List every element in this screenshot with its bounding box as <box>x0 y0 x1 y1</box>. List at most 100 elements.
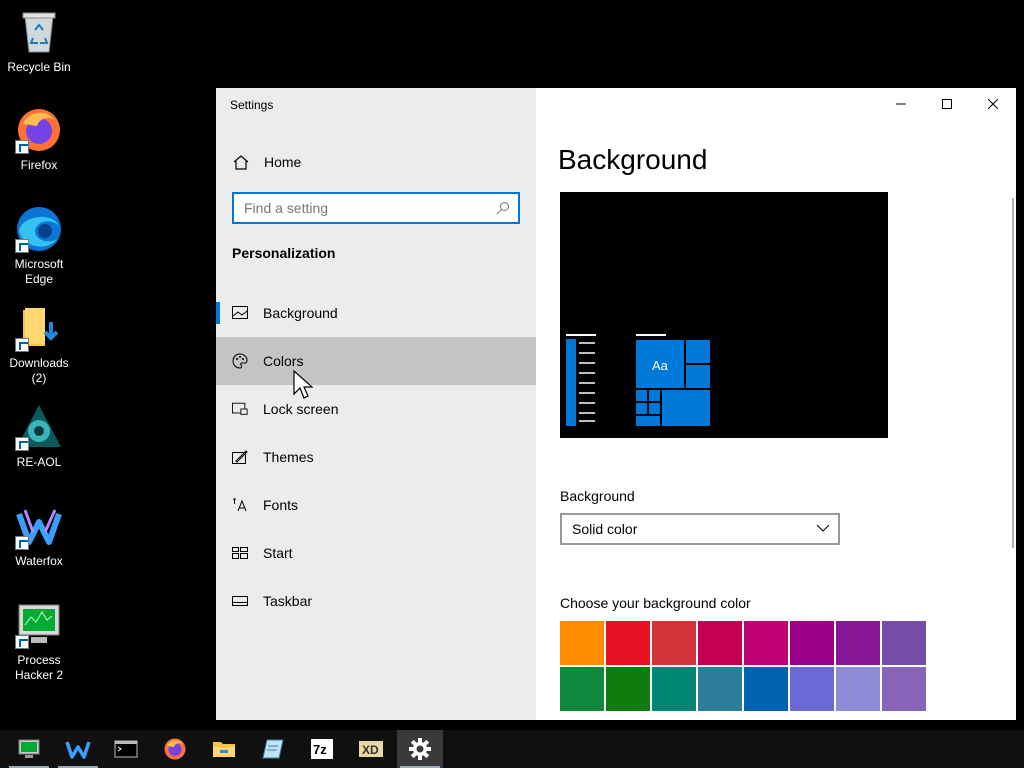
color-swatch[interactable] <box>836 667 880 711</box>
desktop-icon-re-aol[interactable]: RE-AOL <box>4 403 74 470</box>
color-swatch-grid <box>560 621 928 711</box>
sidebar-item-label: Colors <box>263 353 304 369</box>
sidebar-item-themes[interactable]: Themes <box>216 433 536 481</box>
color-swatch[interactable] <box>836 621 880 665</box>
aol-icon <box>15 403 63 451</box>
background-label: Background <box>560 488 635 504</box>
color-swatch[interactable] <box>606 621 650 665</box>
sidebar-item-label: Fonts <box>263 497 299 513</box>
sidebar-item-taskbar[interactable]: Taskbar <box>216 577 536 625</box>
sidebar-item-label: Lock screen <box>263 401 339 417</box>
folder-download-icon <box>15 304 63 352</box>
sidebar-item-background[interactable]: Background <box>216 289 536 337</box>
sidebar-item-label: Start <box>263 545 293 561</box>
start-icon <box>232 545 248 561</box>
taskbar-item-monitor[interactable] <box>6 730 52 768</box>
palette-icon <box>232 353 248 369</box>
sidebar-item-label: Background <box>263 305 338 321</box>
notepad-icon <box>262 739 284 759</box>
color-swatch[interactable] <box>698 621 742 665</box>
picture-icon <box>232 305 248 321</box>
firefox-icon <box>15 106 63 154</box>
search-input[interactable] <box>244 200 484 216</box>
home-icon <box>233 155 249 170</box>
7zip-icon: 7z <box>311 739 333 759</box>
taskbar-item-xd[interactable]: XD <box>348 730 394 768</box>
desktop-icon-label: Recycle Bin <box>7 60 71 74</box>
minimize-button[interactable] <box>878 88 924 120</box>
color-swatch[interactable] <box>790 621 834 665</box>
background-dropdown-value: Solid color <box>572 521 638 537</box>
sidebar-item-start[interactable]: Start <box>216 529 536 577</box>
color-swatch[interactable] <box>560 621 604 665</box>
color-label: Choose your background color <box>560 595 751 611</box>
mouse-cursor-icon <box>293 370 314 399</box>
firefox-icon <box>164 738 186 760</box>
sidebar-item-fonts[interactable]: Fonts <box>216 481 536 529</box>
svg-text:XD: XD <box>362 743 379 757</box>
color-swatch[interactable] <box>744 667 788 711</box>
desktop-icon-recycle-bin[interactable]: Recycle Bin <box>4 8 74 75</box>
maximize-icon <box>942 99 952 109</box>
scrollbar[interactable] <box>1012 198 1014 548</box>
color-swatch[interactable] <box>652 621 696 665</box>
monitor-icon <box>18 739 40 758</box>
color-swatch[interactable] <box>790 667 834 711</box>
taskbar-item-notepad[interactable] <box>250 730 296 768</box>
sidebar-item-label: Taskbar <box>263 593 313 609</box>
desktop-icon-label: Microsoft Edge <box>14 257 64 286</box>
waterfox-icon <box>15 502 63 550</box>
taskbar-item-settings[interactable] <box>397 730 443 768</box>
edge-icon <box>15 205 63 253</box>
color-swatch[interactable] <box>652 667 696 711</box>
process-hacker-icon <box>15 601 63 649</box>
color-swatch[interactable] <box>606 667 650 711</box>
desktop-icon-label: Firefox <box>20 158 58 172</box>
waterfox-icon <box>65 741 91 759</box>
recycle-bin-icon <box>15 8 63 56</box>
desktop-icon-label: Waterfox <box>15 554 63 568</box>
desktop-icon-edge[interactable]: Microsoft Edge <box>4 205 74 287</box>
taskbar-item-file-explorer[interactable] <box>201 730 247 768</box>
window-title: Settings <box>230 98 274 112</box>
color-swatch[interactable] <box>882 667 926 711</box>
nav-home[interactable]: Home <box>232 151 301 173</box>
svg-text:7z: 7z <box>313 742 327 757</box>
color-swatch[interactable] <box>744 621 788 665</box>
desktop-icon-label: Process Hacker 2 <box>14 653 64 682</box>
xd-icon: XD <box>359 741 383 757</box>
close-button[interactable] <box>970 88 1016 120</box>
taskbar-icon <box>232 593 248 609</box>
taskbar-item-firefox[interactable] <box>152 730 198 768</box>
page-title: Background <box>558 144 708 175</box>
background-dropdown[interactable]: Solid color <box>560 513 840 545</box>
search-icon[interactable] <box>496 201 510 215</box>
color-swatch[interactable] <box>560 667 604 711</box>
sidebar-item-lock-screen[interactable]: Lock screen <box>216 385 536 433</box>
preview-tile-text: Aa <box>652 358 668 373</box>
desktop-icon-firefox[interactable]: Firefox <box>4 106 74 173</box>
chevron-down-icon <box>816 524 830 532</box>
taskbar-item-7zip[interactable]: 7z <box>299 730 345 768</box>
sidebar-item-colors[interactable]: Colors <box>216 337 536 385</box>
fonts-icon <box>232 497 248 513</box>
settings-sidebar: Settings Home Personalization Background… <box>216 88 536 720</box>
nav-home-label: Home <box>264 154 302 170</box>
desktop-icon-label: Downloads (2) <box>9 356 69 385</box>
desktop-icon-process-hacker[interactable]: Process Hacker 2 <box>4 601 74 683</box>
section-title: Personalization <box>232 245 336 261</box>
close-icon <box>988 99 998 109</box>
desktop-icon-label: RE-AOL <box>16 455 62 469</box>
search-box[interactable] <box>232 192 520 224</box>
sidebar-item-label: Themes <box>263 449 314 465</box>
taskbar: 7z XD <box>0 730 1024 768</box>
settings-window: Settings Home Personalization Background… <box>216 88 1016 720</box>
file-explorer-icon <box>213 742 235 757</box>
color-swatch[interactable] <box>698 667 742 711</box>
color-swatch[interactable] <box>882 621 926 665</box>
maximize-button[interactable] <box>924 88 970 120</box>
desktop-icon-downloads[interactable]: Downloads (2) <box>4 304 74 386</box>
taskbar-item-waterfox[interactable] <box>55 730 101 768</box>
taskbar-item-terminal[interactable] <box>103 730 149 768</box>
desktop-icon-waterfox[interactable]: Waterfox <box>4 502 74 569</box>
